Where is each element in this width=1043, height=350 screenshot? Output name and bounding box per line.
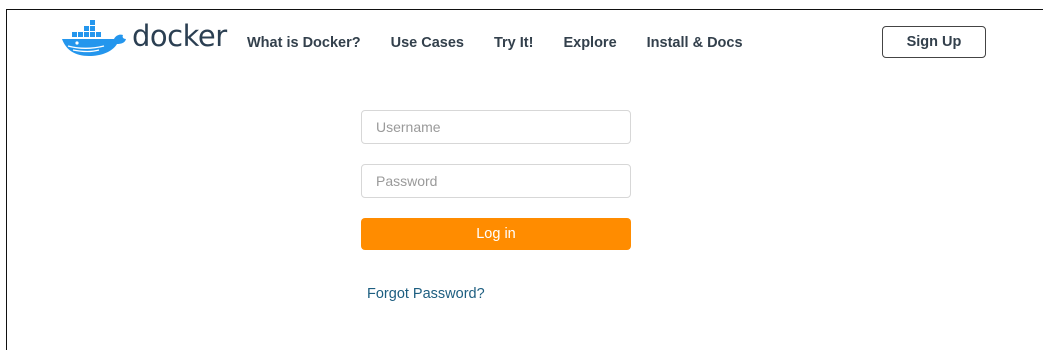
log-in-button[interactable]: Log in (361, 218, 631, 250)
docker-whale-icon (62, 20, 126, 56)
nav-item-what-is-docker[interactable]: What is Docker? (247, 34, 361, 52)
main-nav: What is Docker? Use Cases Try It! Explor… (247, 34, 773, 52)
nav-item-explore[interactable]: Explore (563, 34, 616, 52)
logo-text: docker (132, 18, 227, 53)
username-input[interactable] (361, 110, 631, 144)
docker-logo[interactable]: docker (59, 16, 227, 60)
page-frame: docker What is Docker? Use Cases Try It!… (6, 9, 1043, 350)
nav-item-try-it[interactable]: Try It! (494, 34, 533, 52)
nav-item-install-docs[interactable]: Install & Docs (647, 34, 743, 52)
sign-up-button[interactable]: Sign Up (882, 26, 986, 58)
forgot-password-link[interactable]: Forgot Password? (367, 286, 485, 302)
nav-item-use-cases[interactable]: Use Cases (391, 34, 464, 52)
password-input[interactable] (361, 164, 631, 198)
